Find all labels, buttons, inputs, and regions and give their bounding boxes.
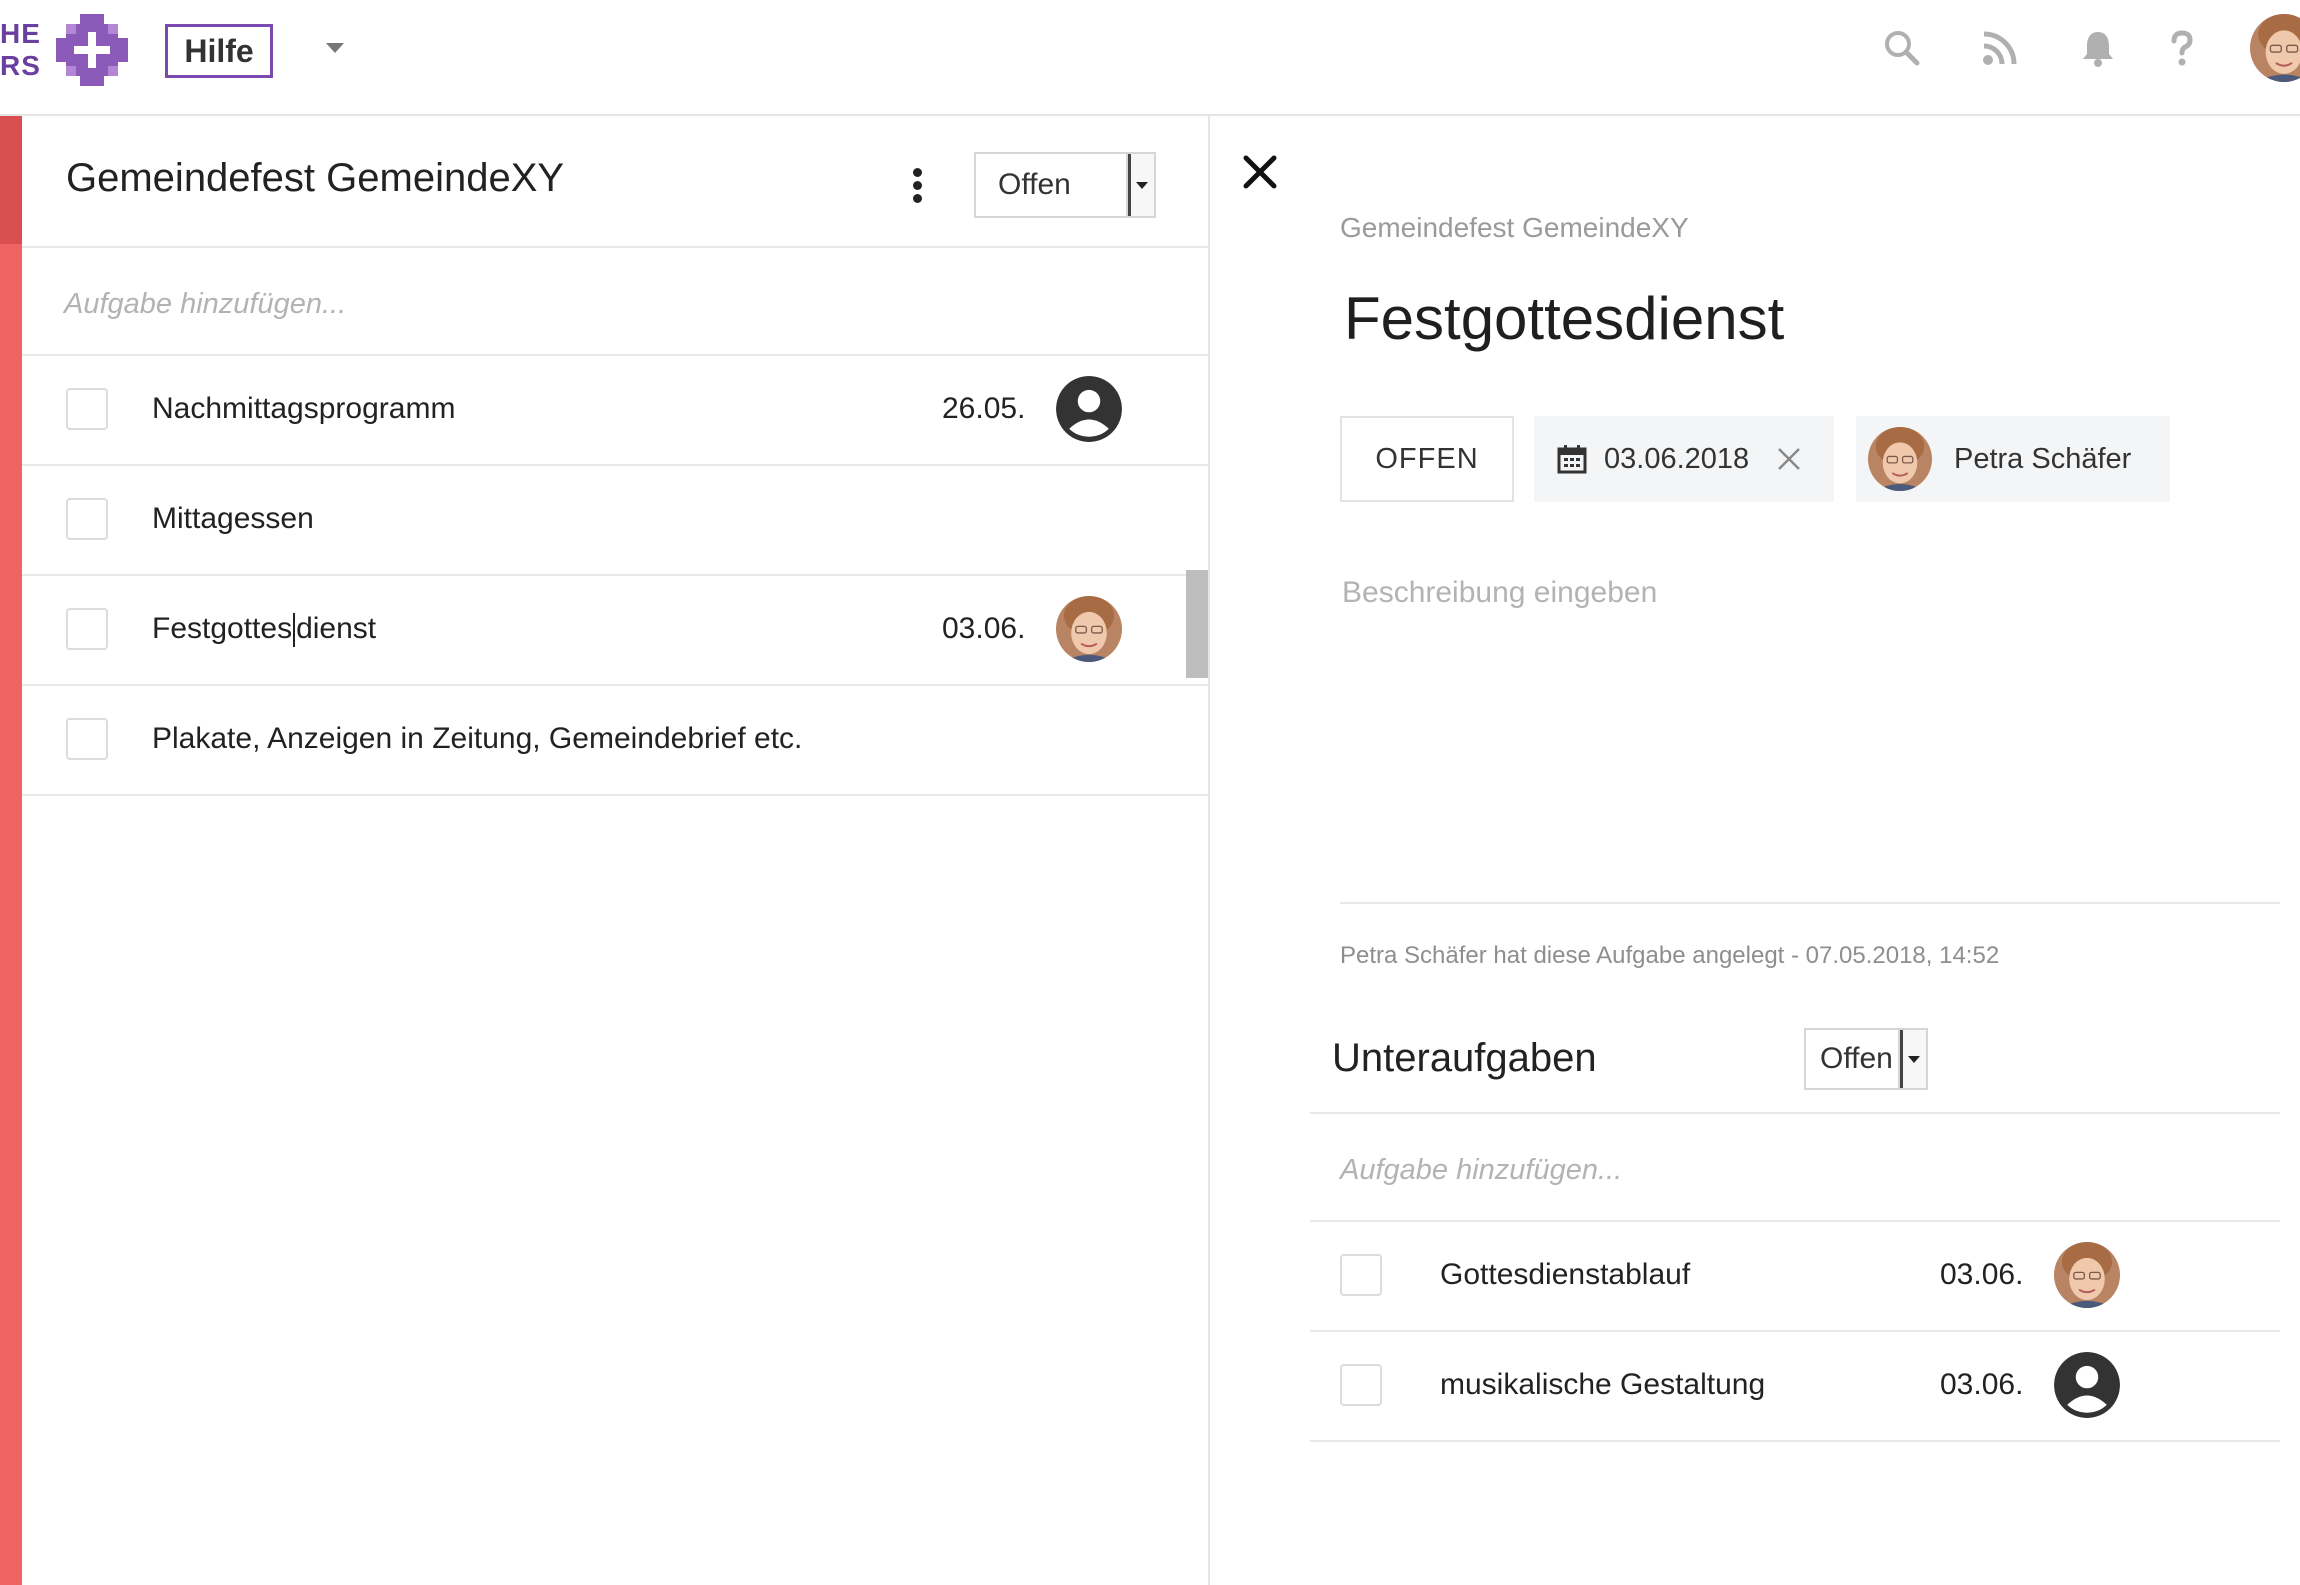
subtask-checkbox[interactable] <box>1340 1254 1382 1296</box>
scrollbar-thumb[interactable] <box>1186 570 1208 678</box>
add-task-placeholder: Aufgabe hinzufügen... <box>64 288 347 320</box>
chevron-down-icon[interactable] <box>326 43 344 53</box>
subtask-row[interactable]: Gottesdienstablauf 03.06. <box>1310 1222 2280 1332</box>
clear-date-icon[interactable] <box>1775 445 1803 473</box>
subtasks-title: Unteraufgaben <box>1332 1036 1597 1080</box>
unassigned-user-icon[interactable] <box>1056 376 1122 442</box>
unassigned-user-icon[interactable] <box>2054 1352 2120 1418</box>
assignee-avatar[interactable] <box>2054 1242 2120 1308</box>
bell-icon[interactable] <box>2076 26 2120 70</box>
close-icon[interactable] <box>1240 152 1280 192</box>
task-checkbox[interactable] <box>66 498 108 540</box>
task-due-date: 03.06. <box>942 612 1026 645</box>
task-row[interactable]: Plakate, Anzeigen in Zeitung, Gemeindebr… <box>22 686 1208 796</box>
task-row[interactable]: Mittagessen <box>22 466 1208 576</box>
subtasks-header: Unteraufgaben Offen <box>1310 1006 2280 1114</box>
dropdown-arrow-icon <box>1898 1030 1926 1088</box>
created-info: Petra Schäfer hat diese Aufgabe angelegt… <box>1340 942 2000 969</box>
assignee-name: Petra Schäfer <box>1954 442 2132 475</box>
project-title: Gemeindefest GemeindeXY <box>66 156 565 200</box>
subtask-label: Gottesdienstablauf <box>1440 1258 1691 1291</box>
subtask-checkbox[interactable] <box>1340 1364 1382 1406</box>
add-subtask-input[interactable]: Aufgabe hinzufügen... <box>1310 1114 2280 1222</box>
subtask-row[interactable]: musikalische Gestaltung 03.06. <box>1310 1332 2280 1442</box>
subtasks-filter-select[interactable]: Offen <box>1804 1028 1928 1090</box>
task-label-part: dienst <box>296 612 377 645</box>
due-date-value: 03.06.2018 <box>1604 442 1750 475</box>
task-checkbox[interactable] <box>66 388 108 430</box>
description-input[interactable]: Beschreibung eingeben <box>1342 576 1657 610</box>
subtask-label: musikalische Gestaltung <box>1440 1368 1766 1401</box>
status-filter-select[interactable]: Offen <box>974 152 1156 218</box>
assignee-chip[interactable]: Petra Schäfer <box>1856 416 2170 502</box>
subtasks-filter-value: Offen <box>1820 1042 1893 1075</box>
text-cursor <box>293 613 296 648</box>
task-label: Nachmittagsprogramm <box>152 392 456 425</box>
task-title[interactable]: Festgottesdienst <box>1344 284 1784 353</box>
status-button[interactable]: OFFEN <box>1340 416 1514 502</box>
task-label-part: Festgottes <box>152 612 293 645</box>
logo-line-2: RS <box>0 50 41 81</box>
add-subtask-placeholder: Aufgabe hinzufügen... <box>1340 1154 1623 1186</box>
task-list-panel: Gemeindefest GemeindeXY Offen Aufgabe hi… <box>22 116 1210 1585</box>
due-date-chip[interactable]: 03.06.2018 <box>1534 416 1834 502</box>
assignee-avatar[interactable] <box>1056 596 1122 662</box>
task-list-header: Gemeindefest GemeindeXY Offen <box>22 116 1208 248</box>
task-detail-panel: Gemeindefest GemeindeXY Festgottesdienst… <box>1210 116 2300 1585</box>
task-due-date: 26.05. <box>942 392 1026 425</box>
search-icon[interactable] <box>1880 26 1924 70</box>
task-checkbox[interactable] <box>66 718 108 760</box>
task-row[interactable]: Nachmittagsprogramm 26.05. <box>22 356 1208 466</box>
rss-icon[interactable] <box>1978 26 2022 70</box>
logo-cross-icon[interactable] <box>52 10 132 90</box>
assignee-avatar <box>1868 427 1932 491</box>
project-color-stripe <box>0 116 22 1585</box>
subtask-due-date: 03.06. <box>1940 1258 2024 1291</box>
divider <box>1340 902 2280 904</box>
status-filter-value: Offen <box>998 168 1071 201</box>
subtask-due-date: 03.06. <box>1940 1368 2024 1401</box>
task-label: Mittagessen <box>152 502 314 535</box>
help-icon[interactable] <box>2160 26 2204 70</box>
user-avatar[interactable] <box>2250 14 2300 82</box>
help-menu-button[interactable]: Hilfe <box>165 24 273 78</box>
more-options-icon[interactable] <box>912 168 924 208</box>
task-row-selected[interactable]: Festgottes dienst 03.06. <box>22 576 1208 686</box>
logo-line-1: HE <box>0 18 41 49</box>
add-task-input[interactable]: Aufgabe hinzufügen... <box>22 248 1208 356</box>
task-label-editing[interactable]: Festgottes dienst <box>152 612 377 648</box>
logo-text[interactable]: HE RS <box>0 18 41 82</box>
breadcrumb[interactable]: Gemeindefest GemeindeXY <box>1340 212 1689 244</box>
calendar-icon <box>1557 445 1587 474</box>
dropdown-arrow-icon <box>1126 154 1154 216</box>
task-label: Plakate, Anzeigen in Zeitung, Gemeindebr… <box>152 722 803 755</box>
task-checkbox[interactable] <box>66 608 108 650</box>
top-bar: HE RS Hilfe <box>0 0 2300 116</box>
